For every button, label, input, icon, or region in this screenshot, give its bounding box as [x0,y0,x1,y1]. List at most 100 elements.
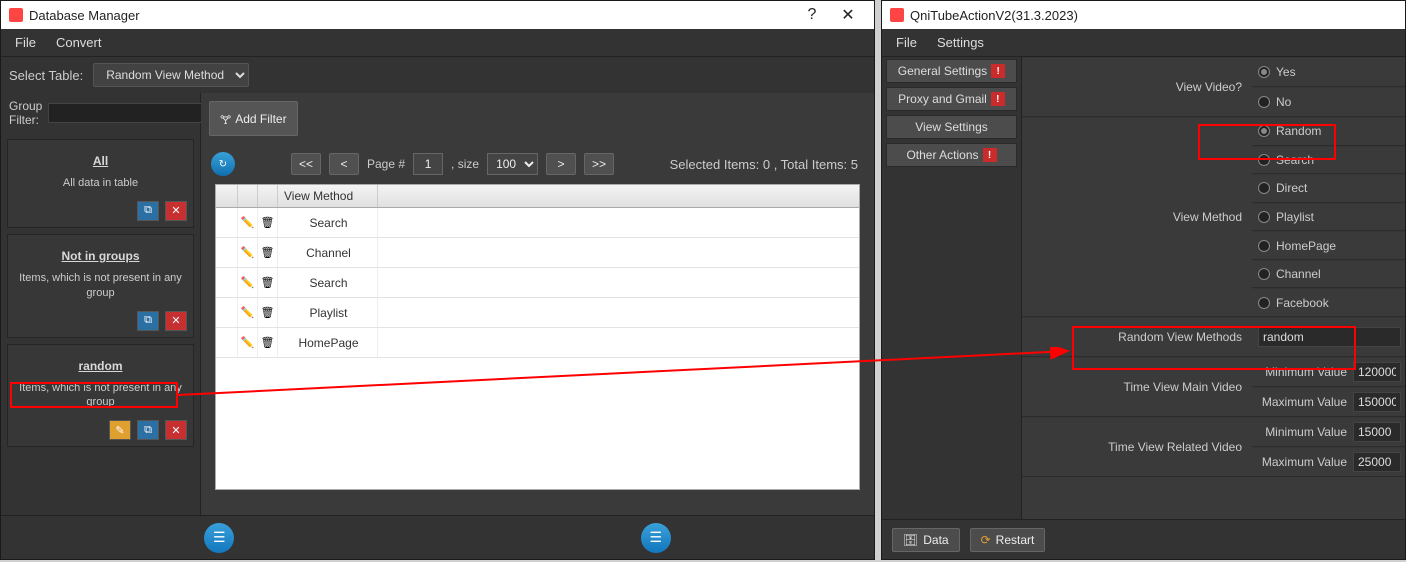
pager-prev[interactable]: < [329,153,359,175]
cell-view-method: Search [278,208,378,237]
table-row[interactable]: ✏️ 🗑 Playlist [216,298,859,328]
delete-icon[interactable]: 🗑 [261,246,275,259]
section-label-view-video-: View Video? [1022,57,1252,117]
group-name: random [14,359,187,373]
table-row[interactable]: ✏️ 🗑 HomePage [216,328,859,358]
refresh-button[interactable]: ↻ [211,152,235,176]
group-filter-input[interactable] [48,103,213,123]
data-button[interactable]: 🗄 Data [892,528,960,552]
section-label-view-method: View Method [1022,117,1252,317]
radio-icon[interactable] [1258,66,1270,78]
group-card-not-in-groups[interactable]: Not in groups Items, which is not presen… [7,234,194,338]
footer-list-button-1[interactable]: ☰ [204,523,234,553]
del-icon[interactable]: ✕ [165,311,187,331]
delete-icon[interactable]: 🗑 [261,306,275,319]
radio-playlist[interactable]: Playlist [1252,203,1405,232]
copy-icon[interactable]: ⧉ [137,201,159,221]
copy-icon[interactable]: ⧉ [137,420,159,440]
qnitube-window: QniTubeActionV2(31.3.2023) File Settings… [881,0,1406,560]
table-row[interactable]: ✏️ 🗑 Search [216,268,859,298]
database-manager-window: Database Manager ? ✕ File Convert Select… [0,0,875,560]
radio-homepage[interactable]: HomePage [1252,231,1405,260]
page-number-input[interactable] [413,153,443,175]
radio-channel[interactable]: Channel [1252,260,1405,289]
value-input[interactable] [1353,422,1401,442]
edit-icon[interactable]: ✏️ [241,216,255,229]
radio-icon[interactable] [1258,268,1270,280]
radio-icon[interactable] [1258,297,1270,309]
menu-file[interactable]: File [5,31,46,54]
delete-icon[interactable]: 🗑 [261,216,275,229]
edit-icon[interactable]: ✏️ [241,306,255,319]
cell-view-method: HomePage [278,328,378,357]
copy-icon[interactable]: ⧉ [137,311,159,331]
value-input[interactable] [1353,452,1401,472]
section-label-random-view-methods: Random View Methods [1022,317,1252,357]
alert-icon: ! [983,148,997,162]
add-filter-button[interactable]: 🝖 Add Filter [209,101,298,136]
select-table-row: Select Table: Random View Method [1,57,874,93]
pager-last[interactable]: >> [584,153,614,175]
nav-other-actions[interactable]: Other Actions! [886,143,1017,167]
nav-view-settings[interactable]: View Settings [886,115,1017,139]
radio-icon[interactable] [1258,96,1270,108]
main-panel: 🝖 Add Filter ↻ << < Page # , size 100 > … [201,93,874,515]
radio-search[interactable]: Search [1252,146,1405,175]
group-card-random[interactable]: random Items, which is not present in an… [7,344,194,448]
help-button[interactable]: ? [794,6,830,24]
del-icon[interactable]: ✕ [165,201,187,221]
size-label: , size [451,157,479,171]
radio-facebook[interactable]: Facebook [1252,288,1405,317]
page-size-select[interactable]: 100 [487,153,538,175]
group-filter-row: Group Filter: [1,93,200,133]
radio-icon[interactable] [1258,154,1270,166]
menu-file[interactable]: File [886,31,927,54]
menu-convert[interactable]: Convert [46,31,112,54]
menu-settings[interactable]: Settings [927,31,994,54]
nav-general-settings[interactable]: General Settings! [886,59,1017,83]
table-row[interactable]: ✏️ 🗑 Channel [216,238,859,268]
del-icon[interactable]: ✕ [165,420,187,440]
pager-next[interactable]: > [546,153,576,175]
restart-button[interactable]: ⟳ Restart [970,528,1046,552]
radio-icon[interactable] [1258,125,1270,137]
footer-list-button-2[interactable]: ☰ [641,523,671,553]
value-input[interactable] [1353,362,1401,382]
delete-icon[interactable]: 🗑 [261,276,275,289]
delete-icon[interactable]: 🗑 [261,336,275,349]
group-filter-label: Group Filter: [9,99,42,127]
edit-icon[interactable]: ✏️ [241,246,255,259]
app-icon [890,8,904,22]
select-table-dropdown[interactable]: Random View Method [93,63,249,87]
cell-view-method: Channel [278,238,378,267]
nav-proxy-and-gmail[interactable]: Proxy and Gmail! [886,87,1017,111]
edit-icon[interactable]: ✏️ [241,336,255,349]
radio-random[interactable]: Random [1252,117,1405,146]
funnel-icon: 🝖 [220,106,231,131]
radio-icon[interactable] [1258,240,1270,252]
radio-icon[interactable] [1258,211,1270,223]
window-title: Database Manager [29,8,794,23]
edit-icon[interactable]: ✎ [109,420,131,440]
group-desc: All data in table [14,176,187,191]
database-icon: 🗄 [903,533,918,547]
radio-yes[interactable]: Yes [1252,57,1405,87]
radio-icon[interactable] [1258,182,1270,194]
field-minimum-value: Minimum Value [1252,357,1405,387]
edit-icon[interactable]: ✏️ [241,276,255,289]
column-header-view-method[interactable]: View Method [278,185,378,207]
section-label-time-view-main-video: Time View Main Video [1022,357,1252,417]
right-footer: 🗄 Data ⟳ Restart [882,519,1405,559]
group-card-all[interactable]: All All data in table ⧉✕ [7,139,194,228]
app-icon [9,8,23,22]
table-row[interactable]: ✏️ 🗑 Search [216,208,859,238]
radio-direct[interactable]: Direct [1252,174,1405,203]
close-button[interactable]: ✕ [830,5,866,25]
cell-view-method: Search [278,268,378,297]
radio-no[interactable]: No [1252,87,1405,117]
value-input[interactable] [1353,392,1401,412]
alert-icon: ! [991,64,1005,78]
random-view-methods-input[interactable] [1258,327,1401,347]
menubar: File Convert [1,29,874,57]
pager-first[interactable]: << [291,153,321,175]
